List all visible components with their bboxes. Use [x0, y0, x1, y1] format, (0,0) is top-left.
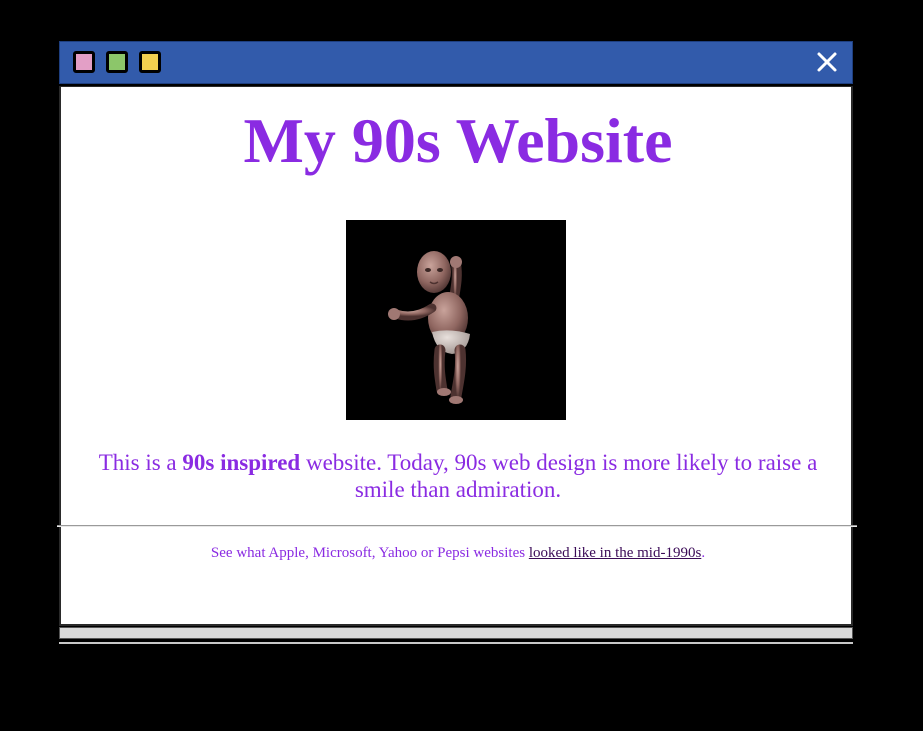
- footer-note-text: See what Apple, Microsoft, Yahoo or Peps…: [210, 545, 529, 561]
- title-bar: [59, 41, 853, 84]
- pink-window-button[interactable]: [73, 51, 95, 73]
- yellow-window-button[interactable]: [139, 51, 161, 73]
- footer-note-period: .: [701, 545, 706, 561]
- close-button[interactable]: [814, 49, 840, 75]
- status-bar: [59, 627, 853, 639]
- horizontal-rule: [57, 525, 857, 527]
- page-title: My 90s Website: [243, 105, 673, 176]
- dancing-baby-image: [346, 220, 566, 420]
- browser-window: My 90s Website This is a 90s inspired we…: [57, 41, 857, 646]
- page-content: My 90s Website This is a 90s inspired we…: [57, 86, 857, 626]
- intro-text-start: This is a: [98, 450, 183, 475]
- window-bottom-border: [59, 642, 853, 644]
- dancing-baby-graphic: [388, 251, 470, 404]
- green-window-button[interactable]: [106, 51, 128, 73]
- intro-text-end: website. Today, 90s web design is more l…: [300, 450, 818, 502]
- footer-note: See what Apple, Microsoft, Yahoo or Peps…: [61, 544, 855, 562]
- mid-1990s-websites-link[interactable]: looked like in the mid-1990s: [529, 545, 701, 561]
- close-icon: [817, 52, 837, 72]
- intro-text: This is a 90s inspired website. Today, 9…: [71, 449, 845, 503]
- intro-text-bold: 90s inspired: [182, 450, 301, 475]
